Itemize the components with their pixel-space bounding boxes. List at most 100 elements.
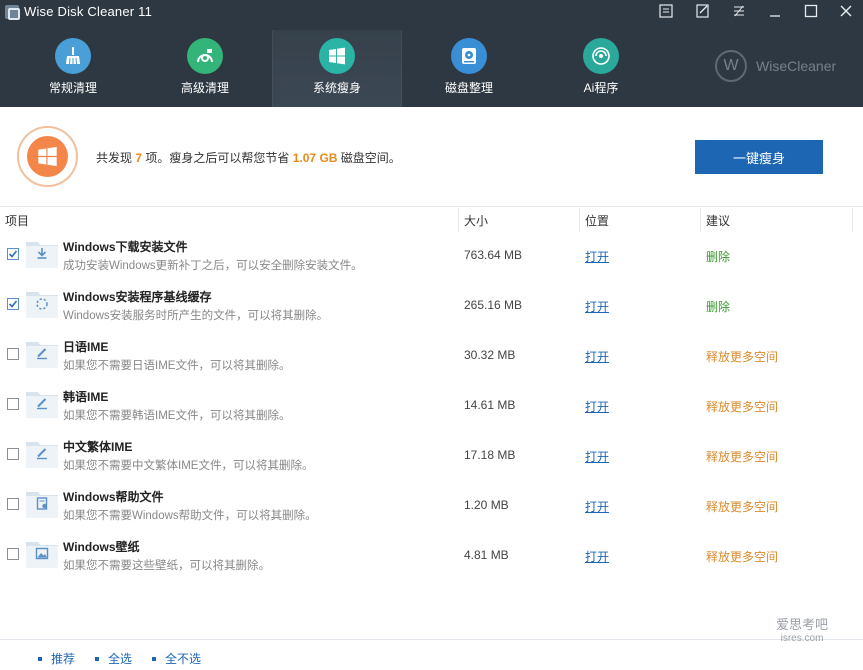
item-description: Windows安装服务时所产生的文件，可以将其删除。	[63, 310, 329, 322]
menu-icon[interactable]	[654, 1, 678, 21]
broom-icon	[55, 38, 91, 74]
wisecleaner-logo-icon: W	[715, 50, 747, 82]
maximize-icon[interactable]	[799, 1, 823, 21]
item-advice: 释放更多空间	[706, 550, 779, 564]
item-advice: 释放更多空间	[706, 500, 779, 514]
bullet-icon	[38, 656, 42, 661]
header-advice: 建议	[706, 214, 731, 228]
download-icon	[26, 242, 58, 268]
nav-label: Ai程序	[583, 81, 619, 95]
item-description: 如果您不需要日语IME文件，可以将其删除。	[63, 360, 291, 372]
item-checkbox[interactable]	[7, 298, 19, 310]
summary-prefix: 共发现	[96, 151, 133, 165]
select-none-label: 全不选	[165, 652, 202, 666]
windows-icon	[319, 38, 355, 74]
brand-name: WiseCleaner	[756, 58, 837, 74]
recommend-link[interactable]: 推荐	[38, 650, 75, 667]
found-count: 7	[135, 151, 143, 165]
column-divider[interactable]	[852, 208, 853, 232]
footer-bar: 推荐 全选 全不选	[0, 639, 863, 670]
table-row[interactable]: 日语IME 如果您不需要日语IME文件，可以将其删除。 30.32 MB 打开 释放更多…	[0, 333, 863, 383]
open-location-link[interactable]: 打开	[585, 248, 609, 265]
item-size: 14.61 MB	[464, 398, 516, 412]
item-title: Windows壁纸	[63, 540, 140, 554]
bullet-icon	[95, 656, 99, 661]
item-description: 如果您不需要中文繁体IME文件，可以将其删除。	[63, 460, 314, 472]
item-title: 韩语IME	[63, 390, 109, 404]
feedback-icon[interactable]	[691, 1, 715, 21]
tab-system-slim[interactable]: 系统瘦身	[272, 30, 402, 107]
item-size: 265.16 MB	[464, 298, 523, 312]
item-checkbox[interactable]	[7, 348, 19, 360]
watermark-line2: isres.com	[780, 633, 824, 644]
item-description: 成功安装Windows更新补丁之后，可以安全删除安装文件。	[63, 260, 363, 272]
summary-suffix: 磁盘空间。	[340, 151, 401, 165]
item-title: 日语IME	[63, 340, 109, 354]
one-click-slim-button[interactable]: 一键瘦身	[695, 140, 823, 174]
nav-label: 系统瘦身	[312, 81, 361, 95]
item-size: 763.64 MB	[464, 248, 523, 262]
watermark: 爱思考吧 isres.com	[776, 618, 828, 646]
header-location: 位置	[585, 214, 610, 228]
app-logo-icon	[5, 5, 20, 20]
tab-disk-defrag[interactable]: 磁盘整理	[404, 30, 534, 107]
table-row[interactable]: Windows壁纸 如果您不需要这些壁纸，可以将其删除。 4.81 MB 打开 释放更多…	[0, 533, 863, 583]
skin-icon[interactable]	[727, 1, 751, 21]
open-location-link[interactable]: 打开	[585, 398, 609, 415]
select-all-link[interactable]: 全选	[95, 650, 132, 667]
header-item: 项目	[5, 214, 30, 228]
windows-summary-icon	[17, 126, 78, 187]
pen-icon	[26, 342, 58, 368]
item-advice: 删除	[706, 300, 731, 314]
header: Wise Disk Cleaner 11 常规清理 高级清理 系统瘦身 磁盘整理…	[0, 0, 863, 107]
table-row[interactable]: Windows帮助文件 如果您不需要Windows帮助文件，可以将其删除。 1.20…	[0, 483, 863, 533]
item-checkbox[interactable]	[7, 498, 19, 510]
item-size: 30.32 MB	[464, 348, 516, 362]
close-icon[interactable]	[834, 1, 858, 21]
title-bar: Wise Disk Cleaner 11	[0, 0, 863, 24]
bullet-icon	[152, 656, 156, 661]
column-divider[interactable]	[579, 208, 580, 232]
item-title: 中文繁体IME	[63, 440, 133, 454]
open-location-link[interactable]: 打开	[585, 498, 609, 515]
open-location-link[interactable]: 打开	[585, 448, 609, 465]
item-checkbox[interactable]	[7, 248, 19, 260]
table-row[interactable]: 中文繁体IME 如果您不需要中文繁体IME文件，可以将其删除。 17.18 MB 打开…	[0, 433, 863, 483]
nav-label: 磁盘整理	[444, 81, 493, 95]
item-size: 1.20 MB	[464, 498, 509, 512]
item-checkbox[interactable]	[7, 548, 19, 560]
select-none-link[interactable]: 全不选	[152, 650, 201, 667]
disk-defrag-icon	[451, 38, 487, 74]
item-size: 4.81 MB	[464, 548, 509, 562]
pen-icon	[26, 392, 58, 418]
table-row[interactable]: 韩语IME 如果您不需要韩语IME文件，可以将其删除。 14.61 MB 打开 释放更多…	[0, 383, 863, 433]
recommend-label: 推荐	[51, 652, 76, 666]
column-divider[interactable]	[700, 208, 701, 232]
item-title: Windows安装程序基线缓存	[63, 290, 212, 304]
pen-icon	[26, 442, 58, 468]
table-row[interactable]: Windows下载安装文件 成功安装Windows更新补丁之后，可以安全删除安装文…	[0, 233, 863, 283]
advanced-clean-icon	[187, 38, 223, 74]
nav-label: 常规清理	[48, 81, 97, 95]
item-size: 17.18 MB	[464, 448, 516, 462]
saved-size: 1.07 GB	[292, 151, 338, 165]
open-location-link[interactable]: 打开	[585, 348, 609, 365]
minimize-icon[interactable]	[763, 1, 787, 21]
tab-regular-clean[interactable]: 常规清理	[8, 30, 138, 107]
summary-text: 共发现 7 项。瘦身之后可以帮您节省 1.07 GB 磁盘空间。	[96, 149, 401, 166]
tab-advanced-clean[interactable]: 高级清理	[140, 30, 270, 107]
item-advice: 删除	[706, 250, 731, 264]
item-advice: 释放更多空间	[706, 400, 779, 414]
table-row[interactable]: Windows安装程序基线缓存 Windows安装服务时所产生的文件，可以将其删除…	[0, 283, 863, 333]
open-location-link[interactable]: 打开	[585, 548, 609, 565]
nav-label: 高级清理	[180, 81, 229, 95]
summary-panel: 共发现 7 项。瘦身之后可以帮您节省 1.07 GB 磁盘空间。 一键瘦身	[0, 107, 863, 207]
item-checkbox[interactable]	[7, 398, 19, 410]
item-description: 如果您不需要Windows帮助文件，可以将其删除。	[63, 510, 317, 522]
select-all-label: 全选	[108, 652, 133, 666]
column-divider[interactable]	[458, 208, 459, 232]
item-checkbox[interactable]	[7, 448, 19, 460]
tab-ai-program[interactable]: Ai程序	[536, 30, 666, 107]
open-location-link[interactable]: 打开	[585, 298, 609, 315]
image-icon	[26, 542, 58, 568]
